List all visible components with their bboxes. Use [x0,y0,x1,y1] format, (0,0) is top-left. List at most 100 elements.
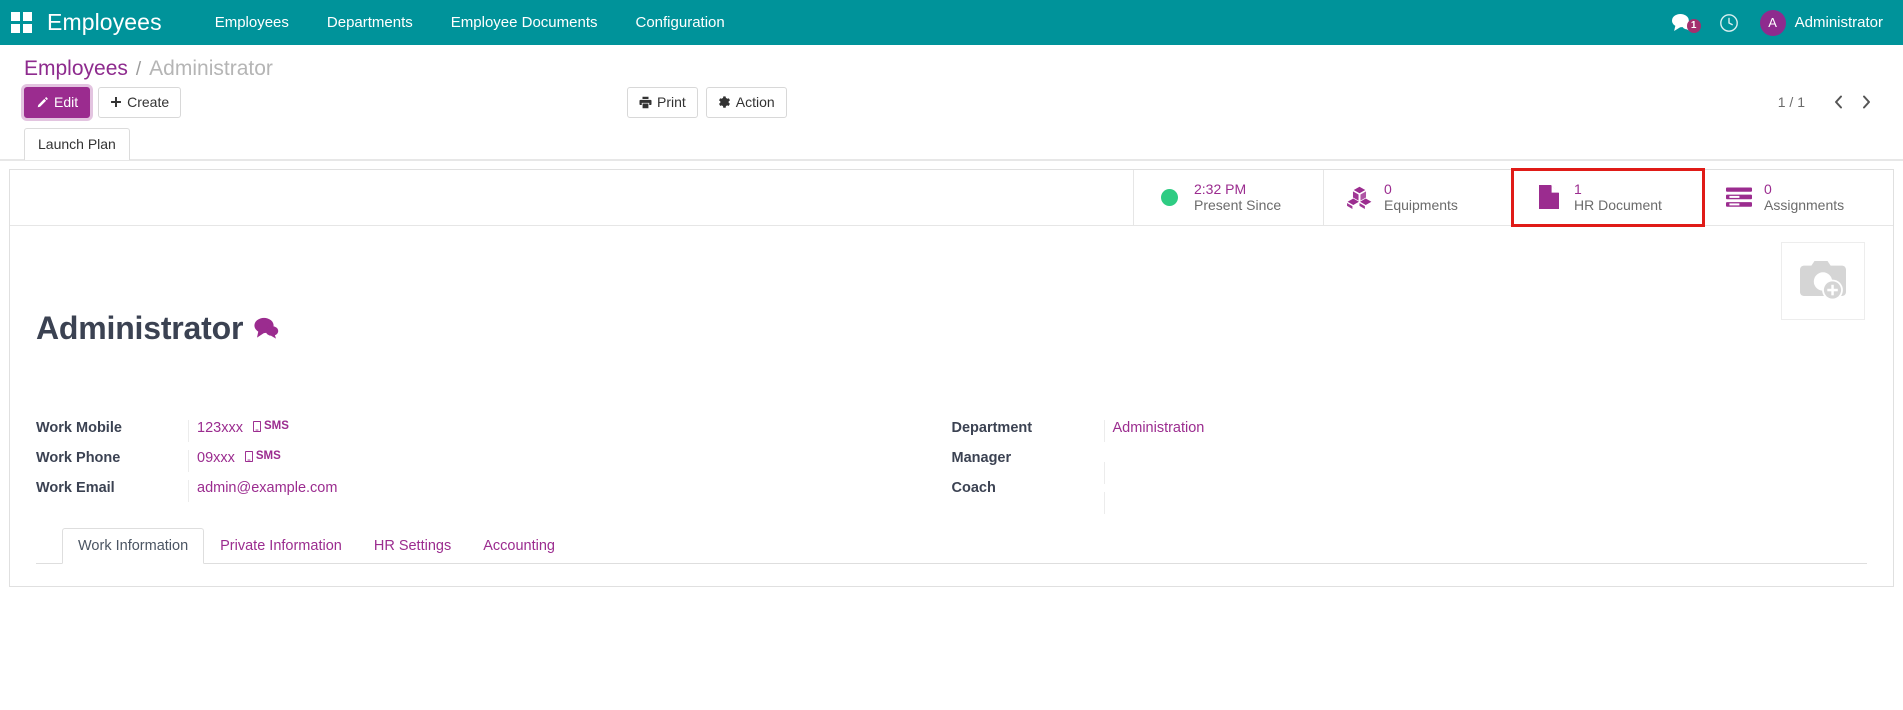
create-button[interactable]: Create [98,87,182,118]
work-mobile-value[interactable]: 123xxx [197,420,243,436]
field-label-coach: Coach [951,479,996,496]
form-body: Administrator Work Mobile 123xxx SMS Wor… [10,226,1893,586]
tab-hr-settings[interactable]: HR Settings [358,528,467,564]
action-button[interactable]: Action [705,87,787,118]
breadcrumb-current: Administrator [149,57,273,80]
work-phone-value[interactable]: 09xxx [197,450,235,466]
control-panel: Employees / Administrator Edit Create Pr… [0,45,1903,161]
field-manager: Manager [951,449,1868,484]
record-title-row: Administrator [36,310,1867,347]
user-name-label: Administrator [1794,14,1883,31]
menu-item-employee-documents[interactable]: Employee Documents [432,0,617,45]
tab-accounting[interactable]: Accounting [467,528,571,564]
work-phone-sms-label: SMS [255,450,281,463]
pager: 1 / 1 [1778,89,1879,115]
work-email-value[interactable]: admin@example.com [197,480,337,496]
pager-value: 1 / 1 [1777,94,1805,111]
field-label-manager: Manager [951,449,1012,466]
left-field-column: Work Mobile 123xxx SMS Work Phone 09xxx … [36,419,952,510]
print-button-label: Print [657,94,686,110]
field-value-work-mobile: 123xxx SMS [188,419,952,442]
field-work-phone: Work Phone 09xxx SMS [36,449,952,480]
field-value-manager [1103,461,1868,484]
control-panel-extra-tabs: Launch Plan [0,127,1903,160]
work-mobile-sms-button[interactable]: SMS [252,420,289,433]
work-phone-sms-button[interactable]: SMS [244,450,281,463]
field-coach: Coach [951,479,1868,514]
pencil-icon [37,96,48,108]
main-menu: Employees Departments Employee Documents… [196,0,744,45]
control-panel-center-actions: Print Action [627,87,787,118]
department-value[interactable]: Administration [1113,420,1205,436]
top-navbar: Employees Employees Departments Employee… [0,0,1903,45]
document-icon [1539,185,1559,210]
edit-button-label: Edit [54,94,79,110]
plus-icon [111,97,122,108]
messages-badge: 1 [1686,19,1701,33]
notebook-tabs: Work Information Private Information HR … [36,527,1867,564]
field-value-department: Administration [1103,419,1868,442]
assignments-list-icon [1726,187,1752,207]
apps-grid-icon[interactable] [11,11,33,34]
stat-value-present-since: 2:32 PM [1194,180,1247,197]
field-department: Department Administration [951,419,1868,450]
control-panel-actions: Edit Create Print Action 1 / 1 [0,87,1903,128]
stat-label-assignments: Assignments [1764,197,1845,214]
equipment-boxes-icon [1346,186,1371,209]
mobile-icon [244,450,253,462]
camera-add-icon [1800,260,1846,301]
stat-button-box: 2:32 PM Present Since 0 Equipments 1 HR … [10,167,1893,227]
tab-work-information[interactable]: Work Information [62,527,205,564]
tab-private-information[interactable]: Private Information [204,528,358,564]
field-value-work-email: admin@example.com [188,479,952,502]
menu-item-departments[interactable]: Departments [308,0,432,45]
stat-button-assignments[interactable]: 0 Assignments [1703,169,1893,225]
employee-photo-upload[interactable] [1781,241,1865,320]
launch-plan-button[interactable]: Launch Plan [24,127,130,160]
field-label-department: Department [951,419,1033,436]
create-button-label: Create [127,94,170,110]
comment-bubbles-icon[interactable] [254,317,279,339]
chevron-left-icon [1834,95,1842,109]
stat-label-present-since: Present Since [1194,197,1282,214]
gear-icon [718,96,730,108]
user-menu-button[interactable]: A Administrator [1752,9,1895,36]
activities-button[interactable] [1706,13,1752,33]
breadcrumb-root-link[interactable]: Employees [24,57,128,81]
field-value-coach [1103,491,1868,514]
pager-next-button[interactable] [1853,89,1879,115]
avatar: A [1759,9,1786,36]
menu-item-configuration[interactable]: Configuration [617,0,744,45]
stat-value-equipments: 0 [1384,180,1392,197]
stat-button-hr-document[interactable]: 1 HR Document [1511,167,1705,227]
form-sheet: 2:32 PM Present Since 0 Equipments 1 HR … [9,167,1894,587]
print-button[interactable]: Print [627,87,698,118]
pager-previous-button[interactable] [1825,89,1851,115]
right-field-column: Department Administration Manager Coach [951,419,1868,514]
field-label-work-phone: Work Phone [36,449,121,466]
stat-button-present-since[interactable]: 2:32 PM Present Since [1133,169,1323,225]
field-label-work-email: Work Email [36,479,115,496]
app-brand-title[interactable]: Employees [47,9,162,36]
clock-icon [1719,13,1738,32]
stat-value-hr-document: 1 [1574,180,1582,197]
breadcrumb-separator: / [135,59,142,80]
fields-container: Work Mobile 123xxx SMS Work Phone 09xxx … [36,419,1868,514]
mobile-icon [252,420,261,432]
form-view-background: 2:32 PM Present Since 0 Equipments 1 HR … [0,167,1903,587]
field-label-work-mobile: Work Mobile [36,419,122,436]
breadcrumb: Employees / Administrator [0,45,1903,87]
messages-button[interactable]: 1 [1659,13,1706,33]
menu-item-employees[interactable]: Employees [196,0,308,45]
edit-button[interactable]: Edit [24,87,91,118]
stat-button-equipments[interactable]: 0 Equipments [1323,169,1513,225]
stat-label-equipments: Equipments [1384,197,1458,214]
navbar-systray: 1 A Administrator [1659,0,1903,45]
work-mobile-sms-label: SMS [263,420,289,433]
green-status-dot-icon [1156,188,1182,206]
stat-label-hr-document: HR Document [1574,197,1662,214]
stat-value-assignments: 0 [1764,180,1772,197]
action-button-label: Action [735,94,775,110]
field-value-work-phone: 09xxx SMS [188,449,952,472]
page-title: Administrator [36,309,244,346]
